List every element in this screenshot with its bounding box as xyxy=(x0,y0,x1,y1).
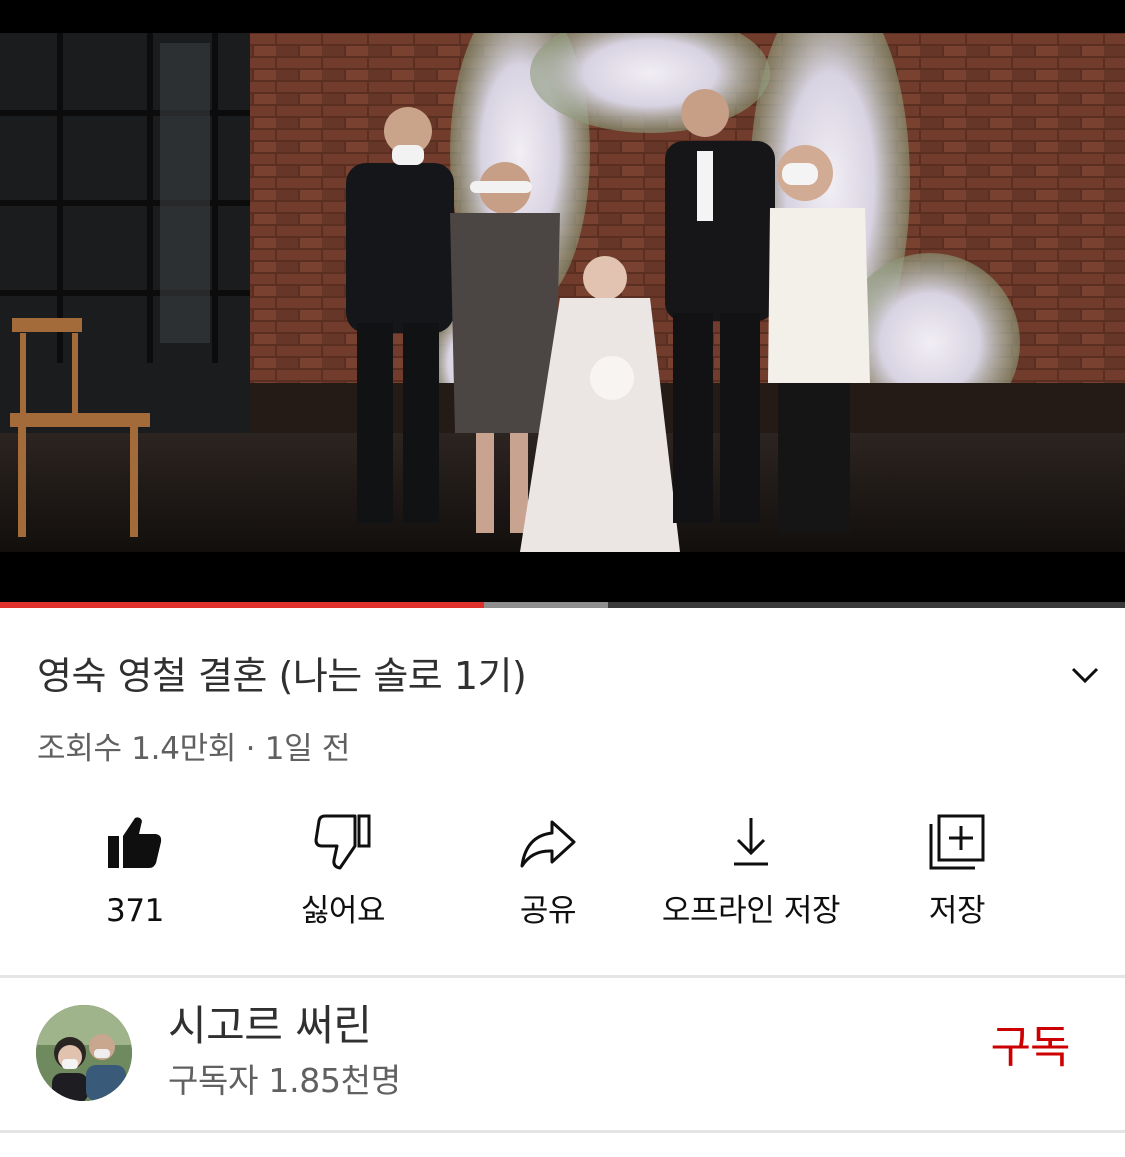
subscriber-count: 구독자 1.85천명 xyxy=(168,1061,401,1100)
progress-played xyxy=(0,602,484,608)
share-arrow-icon xyxy=(520,820,576,868)
action-row: 371 싫어요 공유 오프라인 저장 저장 xyxy=(0,812,1125,947)
video-title[interactable]: 영숙 영철 결혼 (나는 솔로 1기) xyxy=(37,648,527,704)
channel-name[interactable]: 시고르 써린 xyxy=(168,998,372,1054)
video-frame[interactable] xyxy=(0,33,1125,552)
share-label: 공유 xyxy=(519,893,577,929)
download-button[interactable]: 오프라인 저장 xyxy=(651,812,851,947)
chevron-down-icon[interactable] xyxy=(1065,655,1105,695)
subscribe-button[interactable]: 구독 xyxy=(960,1018,1100,1078)
share-button[interactable]: 공유 xyxy=(448,812,648,947)
channel-avatar[interactable] xyxy=(36,1005,132,1101)
save-label: 저장 xyxy=(928,893,986,929)
progress-bar[interactable] xyxy=(0,602,1125,608)
download-icon xyxy=(734,818,768,866)
like-button[interactable]: 371 xyxy=(35,812,235,947)
video-metadata: 조회수 1.4만회 · 1일 전 xyxy=(37,731,351,767)
download-label: 오프라인 저장 xyxy=(661,893,841,929)
dislike-label: 싫어요 xyxy=(300,893,386,929)
like-count: 371 xyxy=(106,893,164,929)
dislike-button[interactable]: 싫어요 xyxy=(243,812,443,947)
divider xyxy=(0,1130,1125,1133)
save-button[interactable]: 저장 xyxy=(857,812,1057,947)
playlist-add-icon xyxy=(929,814,985,870)
thumbs-down-icon xyxy=(314,814,371,870)
divider xyxy=(0,975,1125,978)
thumbs-up-filled-icon xyxy=(108,817,162,868)
video-player[interactable] xyxy=(0,0,1125,608)
